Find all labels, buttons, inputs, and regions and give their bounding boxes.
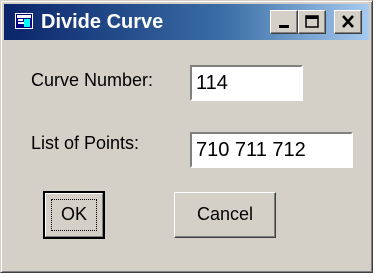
- points-field[interactable]: [190, 132, 353, 168]
- app-icon: [15, 13, 33, 29]
- cancel-button[interactable]: Cancel: [174, 192, 276, 238]
- title-bar[interactable]: Divide Curve: [4, 4, 369, 40]
- points-label: List of Points:: [31, 133, 140, 153]
- maximize-icon: [305, 15, 319, 28]
- minimize-icon: [279, 25, 289, 28]
- curve-number-label: Curve Number:: [31, 70, 154, 90]
- cancel-button-label: Cancel: [196, 204, 254, 224]
- close-icon: [342, 15, 354, 28]
- minimize-button[interactable]: [270, 10, 298, 34]
- window-title: Divide Curve: [41, 11, 164, 33]
- close-button[interactable]: [334, 10, 362, 34]
- dialog-window: Divide Curve Curve Number: List of Point…: [0, 0, 373, 273]
- maximize-button[interactable]: [298, 10, 326, 34]
- curve-number-field[interactable]: [190, 65, 303, 101]
- ok-button-label: OK: [60, 204, 87, 224]
- ok-button[interactable]: OK: [43, 191, 105, 239]
